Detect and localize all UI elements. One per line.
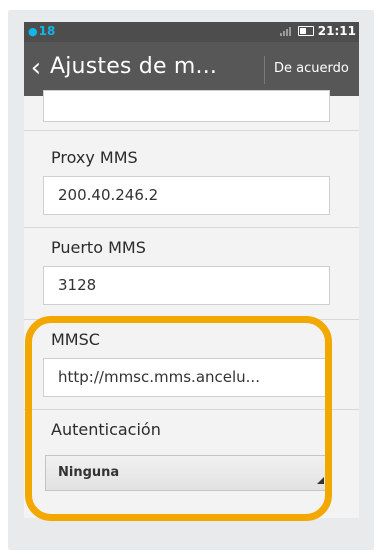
battery-icon	[297, 26, 314, 36]
divider	[24, 319, 359, 320]
autenticacion-selected-value: Ninguna	[58, 465, 120, 480]
header-divider	[264, 56, 265, 84]
mmsc-input[interactable]: http://mmsc.mms.ancelu...	[43, 358, 330, 397]
proxy-mms-input[interactable]: 200.40.246.2	[43, 176, 330, 215]
clock: 21:11	[317, 24, 356, 38]
puerto-mms-label: Puerto MMS	[51, 238, 146, 257]
chevron-left-icon[interactable]: ‹	[26, 50, 46, 86]
dropdown-arrow-icon	[317, 477, 324, 484]
divider	[24, 130, 359, 131]
mmsc-label: MMSC	[51, 330, 100, 349]
signal-icon	[279, 26, 292, 36]
divider	[24, 227, 359, 228]
status-icons: 21:11	[279, 24, 356, 38]
notification-indicator[interactable]: ● 18	[28, 24, 55, 38]
done-button[interactable]: De acuerdo	[274, 61, 349, 76]
autenticacion-label: Autenticación	[51, 420, 161, 439]
status-bar: ● 18 21:11	[24, 22, 359, 42]
phone-screen: ● 18 21:11 ‹ Ajustes de m... De acuerdo …	[24, 22, 359, 518]
proxy-mms-label: Proxy MMS	[51, 148, 138, 167]
divider	[24, 409, 359, 410]
page-title: Ajustes de m...	[50, 54, 218, 79]
firefox-os-icon: ●	[28, 24, 38, 38]
puerto-mms-input[interactable]: 3128	[43, 266, 330, 305]
notification-count: 18	[38, 24, 56, 38]
app-header: ‹ Ajustes de m... De acuerdo	[24, 42, 359, 96]
previous-field-input[interactable]	[43, 90, 330, 122]
autenticacion-select[interactable]: Ninguna	[45, 455, 331, 491]
